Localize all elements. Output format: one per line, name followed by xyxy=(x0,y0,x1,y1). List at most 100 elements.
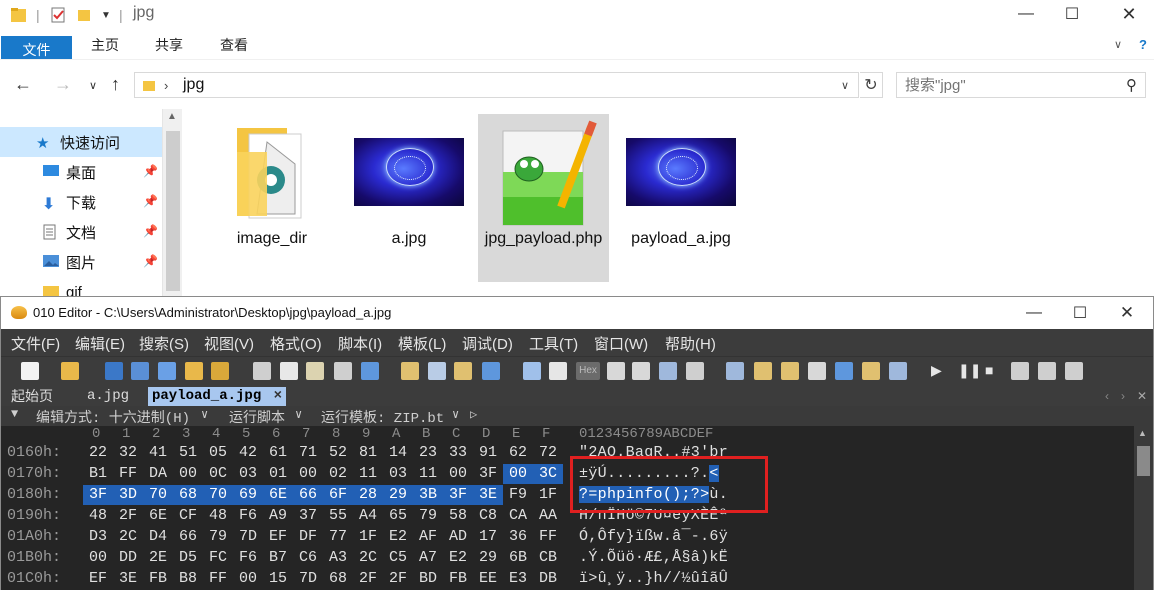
tab-scroll-right-icon[interactable]: › xyxy=(1121,387,1125,406)
up-arrow-icon[interactable]: ↑ xyxy=(111,74,120,95)
nav-item-pictures[interactable]: 图片 📌 xyxy=(0,247,162,277)
hex-byte[interactable]: 41 xyxy=(143,443,173,463)
hex-byte[interactable]: 77 xyxy=(323,527,353,547)
hex-byte[interactable]: 22 xyxy=(83,443,113,463)
hex-byte[interactable]: 37 xyxy=(293,506,323,526)
hex-byte[interactable]: C6 xyxy=(293,548,323,568)
hex-byte[interactable]: 7D xyxy=(233,527,263,547)
calculator-icon[interactable] xyxy=(726,362,744,380)
scroll-up-icon[interactable]: ▲ xyxy=(1138,428,1147,438)
scrollbar-thumb[interactable] xyxy=(1137,446,1150,476)
ascii-text[interactable]: ï>û¸ÿ..}h//½ûîãÛ xyxy=(579,569,728,589)
hex-byte[interactable]: 66 xyxy=(293,485,323,505)
hex-byte[interactable]: B8 xyxy=(173,569,203,589)
new-folder-icon[interactable] xyxy=(75,5,93,25)
step-into-icon[interactable] xyxy=(1011,362,1029,380)
goto-icon[interactable] xyxy=(482,362,500,380)
hex-byte[interactable]: 6B xyxy=(503,548,533,568)
file-item-a-jpg[interactable]: a.jpg xyxy=(345,114,473,282)
hex-byte[interactable]: EE xyxy=(473,569,503,589)
hex-byte[interactable]: 72 xyxy=(533,443,563,463)
hex-byte[interactable]: 3F xyxy=(473,464,503,484)
menu-tools[interactable]: 工具(T) xyxy=(529,333,578,354)
hex-byte[interactable]: AF xyxy=(413,527,443,547)
hex-byte[interactable]: 3C xyxy=(533,464,563,484)
hex-byte[interactable]: A3 xyxy=(323,548,353,568)
hex-byte[interactable]: DF xyxy=(293,527,323,547)
hex-byte[interactable]: CB xyxy=(533,548,563,568)
chevron-right-icon[interactable]: › xyxy=(164,78,168,93)
tab-payload-a-jpg[interactable]: payload_a.jpg × xyxy=(148,387,287,406)
run-template-dropdown[interactable]: 运行模板: ZIP.bt xyxy=(321,407,444,427)
hex-byte[interactable]: C8 xyxy=(473,506,503,526)
hex-byte[interactable]: E3 xyxy=(503,569,533,589)
hex-byte[interactable]: 52 xyxy=(323,443,353,463)
hex-byte[interactable]: 03 xyxy=(383,464,413,484)
hex-byte[interactable]: AA xyxy=(533,506,563,526)
hex-mode-icon[interactable]: Hex xyxy=(576,362,600,380)
pin-icon[interactable]: 📌 xyxy=(143,224,158,238)
hex-byte[interactable]: 65 xyxy=(383,506,413,526)
hex-byte[interactable]: 00 xyxy=(83,548,113,568)
hex-byte[interactable]: 81 xyxy=(353,443,383,463)
hex-row[interactable]: 0180h: 3F 3D 70 68 70 69 6E 66 6F 28 29 3B 3F 3E F9 1F ?=… xyxy=(1,485,1134,505)
hex-byte[interactable]: 2E xyxy=(143,548,173,568)
hex-byte[interactable]: 3F xyxy=(83,485,113,505)
tab-scroll-left-icon[interactable]: ‹ xyxy=(1105,387,1109,406)
hex-byte[interactable]: B1 xyxy=(83,464,113,484)
menu-edit[interactable]: 编辑(E) xyxy=(75,333,125,354)
hex-byte[interactable]: A7 xyxy=(413,548,443,568)
nav-item-desktop[interactable]: 桌面 📌 xyxy=(0,157,162,187)
tab-close-all-icon[interactable]: ✕ xyxy=(1137,387,1147,406)
hex-row[interactable]: 0160h: 22 32 41 51 05 42 61 71 52 81 14 23 33 91 62 72 "2… xyxy=(1,443,1134,463)
hex-byte[interactable]: 28 xyxy=(353,485,383,505)
menu-search[interactable]: 搜索(S) xyxy=(139,333,189,354)
hex-byte[interactable]: 05 xyxy=(203,443,233,463)
pin-icon[interactable]: 📌 xyxy=(143,164,158,178)
base-converter-icon[interactable] xyxy=(889,362,907,380)
save-all-icon[interactable] xyxy=(158,362,176,380)
paste-icon[interactable] xyxy=(306,362,324,380)
save-as-icon[interactable] xyxy=(131,362,149,380)
search-input[interactable] xyxy=(905,73,1115,97)
hex-byte[interactable]: D4 xyxy=(143,527,173,547)
refresh-button[interactable]: ↻ xyxy=(860,72,883,98)
hex-byte[interactable]: 6E xyxy=(143,506,173,526)
edit-mode-dropdown[interactable]: 编辑方式: 十六进制(H) xyxy=(36,407,190,427)
hex-byte[interactable]: 2F xyxy=(353,569,383,589)
hex-byte[interactable]: 0C xyxy=(203,464,233,484)
pin-icon[interactable]: 📌 xyxy=(143,254,158,268)
hex-byte[interactable]: FF xyxy=(113,464,143,484)
nav-quick-access[interactable]: ★ 快速访问 xyxy=(0,127,162,157)
scrollbar-thumb[interactable] xyxy=(166,131,180,291)
hex-byte[interactable]: 3D xyxy=(113,485,143,505)
maximize-button[interactable]: ☐ xyxy=(1049,0,1095,28)
back-arrow-icon[interactable]: ← xyxy=(14,74,32,95)
menu-debug[interactable]: 调试(D) xyxy=(462,333,513,354)
hex-byte[interactable]: 51 xyxy=(173,443,203,463)
hex-byte[interactable]: 3E xyxy=(473,485,503,505)
hex-byte[interactable]: FB xyxy=(143,569,173,589)
hex-byte[interactable]: 70 xyxy=(203,485,233,505)
address-segment-jpg[interactable]: jpg xyxy=(183,76,204,94)
hex-row[interactable]: 0190h: 48 2F 6E CF 48 F6 A9 37 55 A4 65 79 58 C8 CA AA H/… xyxy=(1,506,1134,526)
address-bar[interactable]: › jpg ∨ xyxy=(134,72,859,98)
hex-byte[interactable]: F9 xyxy=(503,485,533,505)
minimize-button[interactable]: — xyxy=(1003,0,1049,28)
hex-byte[interactable]: FF xyxy=(203,569,233,589)
hex-row[interactable]: 01A0h: D3 2C D4 66 79 7D EF DF 77 1F E2 AF AD 17 36 FF Ó,… xyxy=(1,527,1134,547)
collapse-icon[interactable]: ▼ xyxy=(11,407,18,421)
hex-byte[interactable]: 15 xyxy=(263,569,293,589)
find-icon[interactable] xyxy=(401,362,419,380)
file-item-jpg-payload-php[interactable]: jpg_payload.php xyxy=(478,114,609,282)
nav-scrollbar[interactable]: ▲ xyxy=(162,109,182,300)
hex-byte[interactable]: DD xyxy=(113,548,143,568)
paragraph-icon[interactable] xyxy=(632,362,650,380)
hex-byte[interactable]: 79 xyxy=(413,506,443,526)
nav-item-downloads[interactable]: ⬇ 下载 📌 xyxy=(0,187,162,217)
tab-share[interactable]: 共享 xyxy=(144,31,194,59)
chevron-down-icon[interactable]: ∨ xyxy=(452,407,459,422)
hex-byte[interactable]: 00 xyxy=(173,464,203,484)
pin-icon[interactable]: 📌 xyxy=(143,194,158,208)
menu-window[interactable]: 窗口(W) xyxy=(594,333,648,354)
